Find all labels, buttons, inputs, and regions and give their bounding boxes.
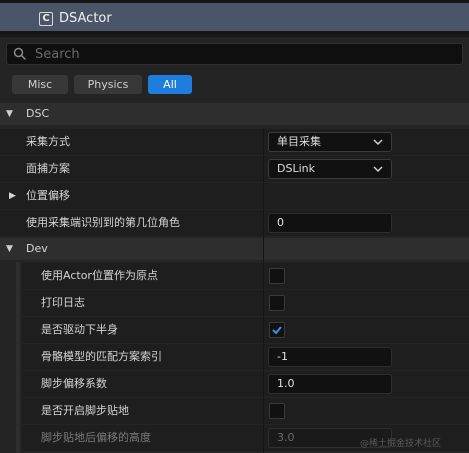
- prop-row-print-log: 打印日志: [22, 290, 469, 316]
- foot-ground-snap-checkbox[interactable]: [269, 403, 285, 419]
- prop-label: 是否驱动下半身: [41, 323, 118, 336]
- print-log-checkbox[interactable]: [269, 295, 285, 311]
- tab-physics[interactable]: Physics: [74, 75, 142, 94]
- face-capture-dropdown[interactable]: DSLink: [268, 159, 392, 179]
- prop-label: 位置偏移: [26, 189, 70, 202]
- prop-row-use-actor-origin: 使用Actor位置作为原点: [22, 263, 469, 289]
- capture-mode-dropdown[interactable]: 单目采集: [268, 132, 392, 152]
- prop-label: 脚步贴地后偏移的高度: [41, 431, 151, 444]
- indent-guide: [16, 262, 20, 453]
- prop-row-skeleton-index: 骨骼模型的匹配方案索引 -1: [22, 344, 469, 370]
- nth-role-input[interactable]: 0: [268, 213, 392, 233]
- prop-row-face-capture: 面捕方案 DSLink: [0, 156, 469, 182]
- drive-lower-body-checkbox[interactable]: [269, 322, 285, 338]
- prop-row-capture-mode: 采集方式 单目采集: [0, 129, 469, 155]
- prop-row-foot-offset-coef: 脚步偏移系数 1.0: [22, 371, 469, 397]
- search-icon: [13, 47, 27, 61]
- prop-row-nth-role: 使用采集端识别到的第几位角色 0: [0, 210, 469, 236]
- prop-label: 面捕方案: [26, 162, 70, 175]
- prop-label: 骨骼模型的匹配方案索引: [41, 350, 162, 363]
- prop-label: 打印日志: [41, 296, 85, 309]
- search-input[interactable]: [35, 44, 455, 64]
- search-box[interactable]: [6, 43, 463, 65]
- expand-arrow-icon: ▼: [6, 109, 13, 119]
- checkmark-icon: [272, 326, 282, 335]
- watermark: @稀土掘金技术社区: [360, 439, 442, 449]
- prop-label: 使用采集端识别到的第几位角色: [26, 216, 180, 229]
- prop-label: 脚步偏移系数: [41, 377, 107, 390]
- section-title: Dev: [26, 242, 48, 255]
- dropdown-value: DSLink: [277, 162, 315, 175]
- prop-row-drive-lower-body: 是否驱动下半身: [22, 317, 469, 343]
- skeleton-index-input[interactable]: -1: [268, 347, 392, 367]
- prop-label: 是否开启脚步贴地: [41, 404, 129, 417]
- tab-misc[interactable]: Misc: [12, 75, 68, 94]
- section-dev[interactable]: ▼ Dev: [0, 238, 469, 260]
- chevron-down-icon: [373, 166, 383, 173]
- class-icon: C: [39, 12, 53, 26]
- foot-offset-coef-input[interactable]: 1.0: [268, 374, 392, 394]
- dropdown-value: 单目采集: [277, 135, 321, 148]
- selected-actor-row[interactable]: C DSActor: [0, 3, 469, 31]
- expand-arrow-icon[interactable]: ▶: [9, 183, 16, 209]
- prop-row-foot-ground-snap: 是否开启脚步贴地: [22, 398, 469, 424]
- actor-name: DSActor: [59, 11, 112, 26]
- column-divider[interactable]: [263, 129, 264, 453]
- tab-all[interactable]: All: [148, 75, 192, 94]
- chevron-down-icon: [373, 139, 383, 146]
- prop-label: 使用Actor位置作为原点: [41, 269, 158, 282]
- section-title: DSC: [26, 107, 50, 120]
- expand-arrow-icon: ▼: [6, 244, 13, 254]
- section-dsc[interactable]: ▼ DSC: [0, 103, 469, 125]
- prop-label: 采集方式: [26, 135, 70, 148]
- prop-row-position-offset[interactable]: ▶ 位置偏移: [0, 183, 469, 209]
- use-actor-origin-checkbox[interactable]: [269, 268, 285, 284]
